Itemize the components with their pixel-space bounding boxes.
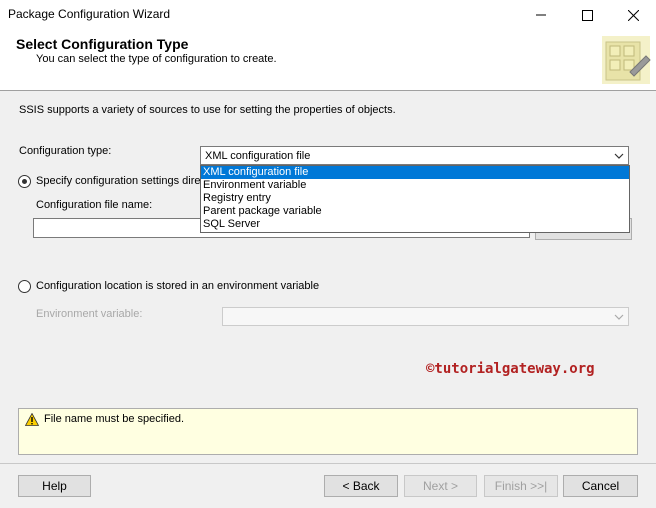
close-button[interactable] (610, 0, 656, 30)
dropdown-option[interactable]: Registry entry (201, 192, 629, 205)
config-type-dropdown: XML configuration file Environment varia… (200, 165, 630, 233)
dropdown-option[interactable]: XML configuration file (201, 166, 629, 179)
radio-direct-label: Specify configuration settings direct (36, 175, 210, 187)
validation-message: File name must be specified. (44, 413, 185, 425)
intro-text: SSIS supports a variety of sources to us… (19, 104, 396, 116)
help-button[interactable]: Help (18, 475, 91, 497)
warning-icon (25, 413, 39, 426)
env-var-select[interactable] (222, 307, 629, 326)
radio-direct[interactable] (18, 175, 31, 188)
wizard-banner-icon (602, 36, 651, 84)
env-var-label: Environment variable: (36, 308, 143, 320)
chevron-down-icon[interactable] (613, 150, 625, 162)
dropdown-option[interactable]: Environment variable (201, 179, 629, 192)
radio-env[interactable] (18, 280, 31, 293)
footer-divider (0, 463, 656, 464)
radio-selected-dot (22, 179, 27, 184)
watermark: ©tutorialgateway.org (426, 361, 595, 377)
next-button[interactable]: Next > (404, 475, 477, 497)
file-name-label: Configuration file name: (36, 199, 153, 211)
minimize-button[interactable] (518, 0, 564, 30)
dropdown-option[interactable]: Parent package variable (201, 205, 629, 218)
chevron-down-icon[interactable] (613, 311, 625, 323)
close-icon (627, 9, 639, 21)
cancel-button[interactable]: Cancel (563, 475, 638, 497)
radio-env-label: Configuration location is stored in an e… (36, 280, 320, 292)
maximize-icon (581, 9, 593, 21)
window-title: Package Configuration Wizard (8, 7, 171, 21)
page-subtitle: You can select the type of configuration… (36, 53, 277, 65)
finish-button[interactable]: Finish >>| (484, 475, 558, 497)
dropdown-option[interactable]: SQL Server (201, 218, 629, 231)
back-button[interactable]: < Back (324, 475, 398, 497)
minimize-icon (536, 14, 546, 16)
config-type-select[interactable]: XML configuration file (200, 146, 629, 165)
config-type-label: Configuration type: (19, 145, 112, 157)
maximize-button[interactable] (564, 0, 610, 30)
page-title: Select Configuration Type (16, 36, 189, 52)
config-type-value: XML configuration file (205, 150, 311, 162)
